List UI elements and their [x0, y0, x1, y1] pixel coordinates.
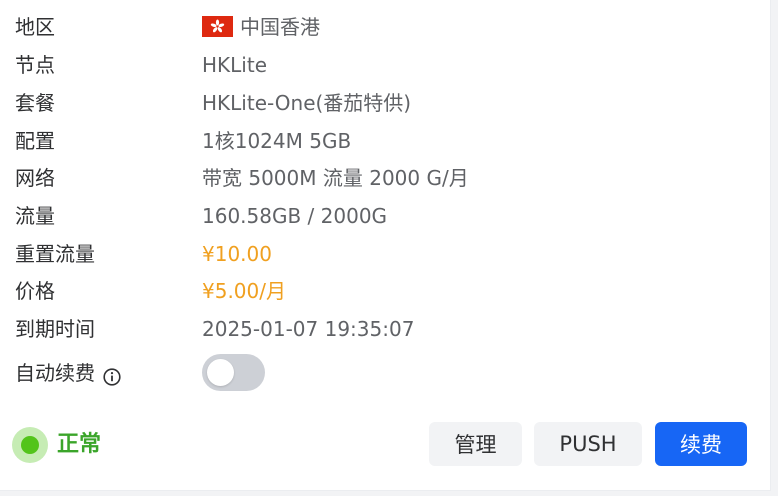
status-dot-inner — [21, 436, 39, 454]
info-icon[interactable] — [103, 364, 121, 386]
plan-value: HKLite-One(番茄特供) — [202, 91, 412, 115]
status-indicator-icon — [12, 427, 48, 463]
reset-traffic-label: 重置流量 — [15, 242, 95, 266]
status-text: 正常 — [57, 432, 102, 457]
renew-button[interactable]: 续费 — [655, 422, 747, 466]
expire-label: 到期时间 — [15, 317, 95, 341]
node-value: HKLite — [202, 53, 267, 77]
reset-traffic-price: ¥10.00 — [202, 242, 272, 266]
auto-renew-label: 自动续费 — [15, 358, 121, 388]
auto-renew-label-text: 自动续费 — [15, 361, 95, 385]
config-label: 配置 — [15, 129, 55, 153]
plan-label: 套餐 — [15, 91, 55, 115]
hong-kong-flag-icon — [202, 16, 233, 37]
auto-renew-toggle[interactable] — [202, 354, 265, 391]
server-detail-card: 地区 中国香港 节点 HKLite 套餐 HKLite-One(番茄特供) 配置… — [0, 0, 771, 491]
network-label: 网络 — [15, 166, 55, 190]
region-label: 地区 — [15, 15, 55, 39]
traffic-label: 流量 — [15, 204, 55, 228]
toggle-knob — [207, 359, 234, 386]
push-button[interactable]: PUSH — [534, 422, 642, 466]
price-label: 价格 — [15, 279, 55, 303]
network-value: 带宽 5000M 流量 2000 G/月 — [202, 166, 469, 190]
expire-value: 2025-01-07 19:35:07 — [202, 317, 415, 341]
region-value: 中国香港 — [202, 12, 320, 42]
config-value: 1核1024M 5GB — [202, 129, 352, 153]
region-value-text: 中国香港 — [240, 15, 320, 39]
node-label: 节点 — [15, 53, 55, 77]
price-value: ¥5.00/月 — [202, 279, 286, 303]
traffic-value: 160.58GB / 2000G — [202, 204, 388, 228]
manage-button[interactable]: 管理 — [429, 422, 522, 466]
